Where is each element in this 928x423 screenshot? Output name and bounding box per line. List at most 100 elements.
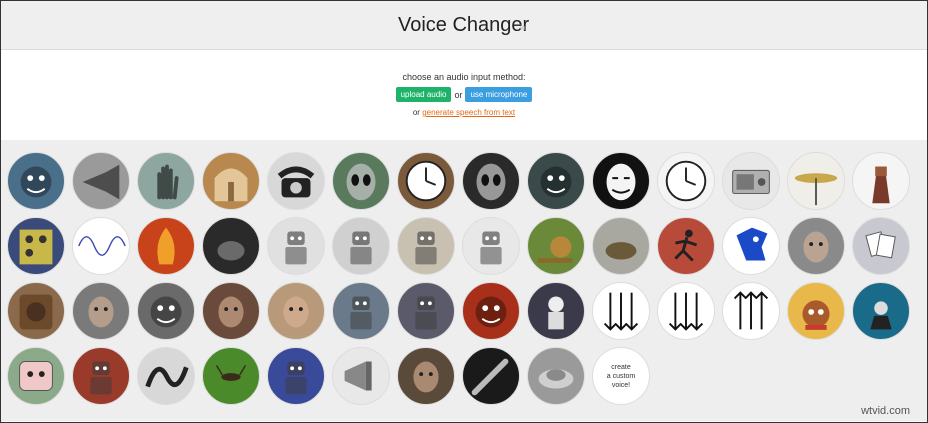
turtle-icon bbox=[605, 242, 637, 260]
voice-red-demon[interactable] bbox=[462, 282, 520, 340]
voice-retro-tv-face[interactable] bbox=[7, 347, 65, 405]
watermark: wtvid.com bbox=[861, 405, 910, 417]
wave-icon bbox=[78, 236, 126, 256]
voice-dark-creature[interactable] bbox=[527, 152, 585, 210]
phone-icon bbox=[277, 166, 315, 198]
arrows_down-icon bbox=[603, 292, 639, 331]
fire-icon bbox=[157, 227, 175, 265]
voice-wooden-speaker[interactable] bbox=[7, 282, 65, 340]
voice-metal-disc[interactable] bbox=[527, 347, 585, 405]
custom-line-1: create bbox=[611, 363, 631, 371]
voice-tortoise[interactable] bbox=[592, 217, 650, 275]
face-icon bbox=[218, 296, 244, 328]
voice-sprinter[interactable] bbox=[657, 217, 715, 275]
voice-toy-robot-2[interactable] bbox=[397, 282, 455, 340]
radio-icon bbox=[732, 169, 770, 195]
diver-icon bbox=[870, 301, 892, 330]
voice-transformer[interactable] bbox=[267, 347, 325, 405]
snake-icon bbox=[145, 366, 189, 388]
generate-speech-link[interactable]: generate speech from text bbox=[422, 108, 515, 117]
voice-toy-robot[interactable] bbox=[397, 217, 455, 275]
cymbal-icon bbox=[794, 173, 838, 206]
voice-church-hall[interactable] bbox=[202, 152, 260, 210]
monster-icon bbox=[20, 166, 52, 198]
voice-rotary-telephone[interactable] bbox=[267, 152, 325, 210]
dalek-icon bbox=[872, 166, 890, 204]
voice-melting-clock[interactable] bbox=[397, 152, 455, 210]
voice-arrows-down-3[interactable] bbox=[592, 282, 650, 340]
robot-icon bbox=[415, 231, 437, 265]
mask-icon bbox=[606, 163, 636, 201]
tv-icon bbox=[19, 361, 53, 391]
voice-tin-robot[interactable] bbox=[462, 217, 520, 275]
robot-icon bbox=[285, 361, 307, 395]
voice-ghost-hand[interactable] bbox=[137, 152, 195, 210]
voice-sine-wave[interactable] bbox=[72, 217, 130, 275]
voice-dragon-statue[interactable] bbox=[137, 282, 195, 340]
voice-synth-box[interactable] bbox=[7, 217, 65, 275]
voice-fire-demon[interactable] bbox=[137, 217, 195, 275]
custom-line-3: voice! bbox=[611, 381, 631, 389]
input-buttons: upload audio or use microphone bbox=[1, 87, 927, 102]
voice-mosquito[interactable] bbox=[202, 347, 260, 405]
voice-old-soldier[interactable] bbox=[787, 217, 845, 275]
robot-icon bbox=[480, 231, 502, 265]
face-icon bbox=[803, 231, 829, 263]
voice-cymbal[interactable] bbox=[787, 152, 845, 210]
face-icon bbox=[88, 296, 114, 328]
or-label: or bbox=[454, 89, 463, 100]
voice-bane[interactable] bbox=[397, 347, 455, 405]
voice-alien-eyes[interactable] bbox=[462, 152, 520, 210]
voice-snail[interactable] bbox=[527, 217, 585, 275]
robot-icon bbox=[90, 361, 112, 395]
voice-snake-robot[interactable] bbox=[137, 347, 195, 405]
voice-arrows-down-4[interactable] bbox=[657, 282, 715, 340]
astronaut-icon bbox=[548, 296, 564, 330]
generate-speech-row: or generate speech from text bbox=[1, 108, 927, 117]
voice-arrows-up[interactable] bbox=[722, 282, 780, 340]
arrows_down-icon bbox=[668, 292, 704, 331]
runner-icon bbox=[674, 229, 698, 262]
monster-icon bbox=[475, 296, 507, 328]
mic-icon bbox=[471, 358, 509, 396]
voice-astronaut[interactable] bbox=[527, 282, 585, 340]
face-icon bbox=[283, 296, 309, 328]
header-bar: Voice Changer io bbox=[1, 1, 927, 50]
voice-wall-clock[interactable] bbox=[657, 152, 715, 210]
use-microphone-button[interactable]: use microphone bbox=[465, 87, 533, 102]
robot-icon bbox=[350, 231, 372, 265]
voice-diver[interactable] bbox=[852, 282, 910, 340]
upload-audio-button[interactable]: upload audio bbox=[395, 87, 452, 102]
voice-radio[interactable] bbox=[722, 152, 780, 210]
clock-icon bbox=[665, 160, 707, 202]
disc-icon bbox=[538, 369, 574, 389]
alien-icon bbox=[476, 163, 506, 201]
voice-cute-robot[interactable] bbox=[332, 282, 390, 340]
speaker-icon bbox=[19, 294, 53, 330]
title-superscript: io bbox=[520, 25, 526, 32]
voice-anonymous-mask[interactable] bbox=[592, 152, 650, 210]
horn-icon bbox=[82, 164, 120, 200]
voice-sonic[interactable] bbox=[722, 217, 780, 275]
arch-icon bbox=[214, 168, 248, 202]
arrows_up-icon bbox=[733, 291, 769, 330]
monster-icon bbox=[540, 166, 572, 198]
create-custom-voice-button[interactable]: create a custom voice! bbox=[592, 347, 650, 405]
voice-cave[interactable] bbox=[202, 217, 260, 275]
voice-gramophone[interactable] bbox=[72, 152, 130, 210]
input-prompt: choose an audio input method: bbox=[402, 72, 526, 82]
voice-robot-white[interactable] bbox=[267, 217, 325, 275]
voice-red-machine[interactable] bbox=[72, 347, 130, 405]
voice-chipmunks[interactable] bbox=[787, 282, 845, 340]
voice-card-hand[interactable] bbox=[852, 217, 910, 275]
voice-soviet-man[interactable] bbox=[202, 282, 260, 340]
voice-robot-arm[interactable] bbox=[332, 217, 390, 275]
voice-deep-sea-creature[interactable] bbox=[7, 152, 65, 210]
voice-grey-alien[interactable] bbox=[332, 152, 390, 210]
voice-megaphone[interactable] bbox=[332, 347, 390, 405]
voice-microphone[interactable] bbox=[462, 347, 520, 405]
voice-grid: create a custom voice! bbox=[1, 140, 927, 421]
voice-old-man-glasses[interactable] bbox=[72, 282, 130, 340]
voice-wtf-face[interactable] bbox=[267, 282, 325, 340]
voice-dalek[interactable] bbox=[852, 152, 910, 210]
